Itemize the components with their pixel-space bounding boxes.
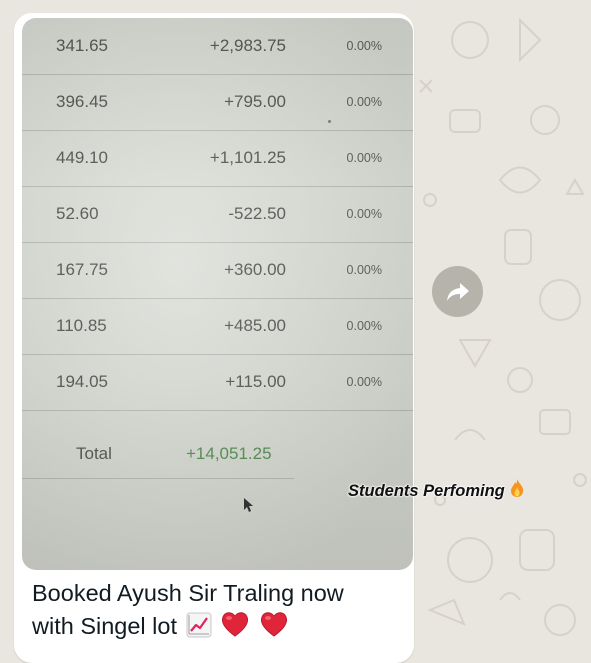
percent-cell: 0.00% xyxy=(346,263,382,277)
caption-line-1: Booked Ayush Sir Traling now xyxy=(32,580,344,606)
percent-cell: 0.00% xyxy=(346,39,382,53)
screen-speck xyxy=(328,120,331,123)
table-row: 396.45 +795.00 0.00% xyxy=(22,74,413,131)
price-cell: 167.75 xyxy=(56,260,108,279)
total-row: Total +14,051.25 xyxy=(22,430,294,479)
percent-cell: 0.00% xyxy=(346,375,382,389)
message-bubble[interactable]: 341.65 +2,983.75 0.00% 396.45 +795.00 0.… xyxy=(14,13,414,663)
pnl-cell: +795.00 xyxy=(224,92,286,111)
percent-cell: 0.00% xyxy=(346,319,382,333)
price-cell: 449.10 xyxy=(56,148,108,167)
pnl-cell: +2,983.75 xyxy=(209,36,286,55)
pnl-cell: +485.00 xyxy=(224,316,286,335)
sticker-label: Students Perfoming xyxy=(348,482,505,500)
red-heart-emoji-icon xyxy=(222,612,249,637)
pnl-cell: +1,101.25 xyxy=(209,148,286,167)
forward-arrow-icon xyxy=(446,282,469,301)
percent-cell: 0.00% xyxy=(346,151,382,165)
chart-increasing-emoji-icon xyxy=(186,612,212,638)
percent-cell: 0.00% xyxy=(346,207,382,221)
price-cell: 52.60 xyxy=(56,204,99,223)
table-row: 341.65 +2,983.75 0.00% xyxy=(22,18,413,75)
price-cell: 194.05 xyxy=(56,372,108,391)
story-sticker-text: Students Perfoming xyxy=(348,478,525,501)
table-row: 167.75 +360.00 0.00% xyxy=(22,242,413,299)
caption-line-2: with Singel lot xyxy=(32,613,177,639)
pnl-cell: +115.00 xyxy=(225,372,286,391)
mouse-pointer-icon xyxy=(244,498,253,512)
price-cell: 396.45 xyxy=(56,92,108,111)
table-row: 449.10 +1,101.25 0.00% xyxy=(22,130,413,187)
percent-cell: 0.00% xyxy=(346,95,382,109)
forward-button[interactable] xyxy=(432,266,483,317)
fire-emoji-icon xyxy=(510,479,523,497)
total-value: +14,051.25 xyxy=(186,444,272,463)
table-row: 194.05 +115.00 0.00% xyxy=(22,354,413,411)
pnl-cell: -522.50 xyxy=(228,204,286,223)
red-heart-emoji-icon xyxy=(260,612,287,637)
price-cell: 341.65 xyxy=(56,36,108,55)
price-cell: 110.85 xyxy=(56,316,107,335)
pnl-cell: +360.00 xyxy=(224,260,286,279)
table-row: 52.60 -522.50 0.00% xyxy=(22,186,413,243)
message-caption: Booked Ayush Sir Traling now with Singel… xyxy=(32,577,404,643)
table-row: 110.85 +485.00 0.00% xyxy=(22,298,413,355)
total-label: Total xyxy=(76,444,112,463)
